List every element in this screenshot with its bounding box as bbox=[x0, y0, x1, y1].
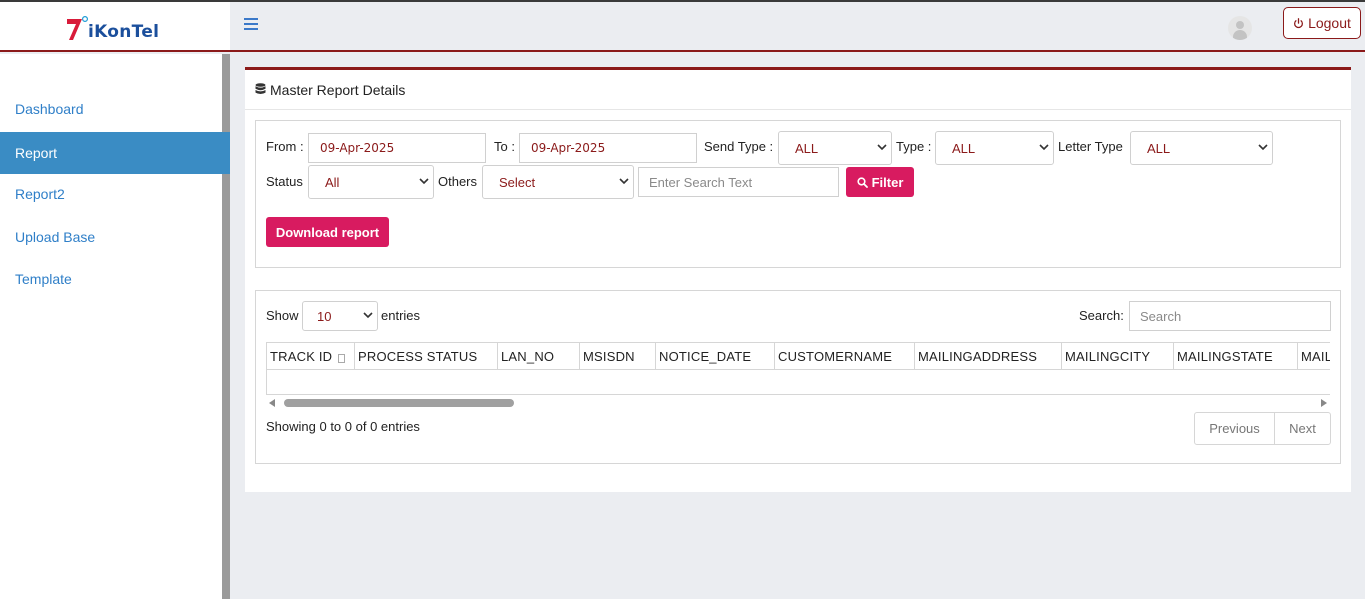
column-header-label: MAIL bbox=[1301, 349, 1330, 364]
top-navbar: Logout bbox=[230, 2, 1365, 52]
user-avatar-icon[interactable] bbox=[1228, 16, 1252, 40]
sidebar-item-upload-base[interactable]: Upload Base bbox=[0, 216, 230, 258]
send-type-select[interactable]: ALL bbox=[778, 131, 892, 165]
page-size-select[interactable]: 10 bbox=[302, 301, 378, 331]
sidebar-item-report[interactable]: Report bbox=[0, 132, 230, 174]
horizontal-scrollbar[interactable] bbox=[266, 396, 1330, 410]
sidebar-item-report2[interactable]: Report2 bbox=[0, 173, 230, 215]
send-type-value: ALL bbox=[795, 140, 819, 156]
chevron-down-icon bbox=[1258, 144, 1268, 151]
sidebar-item-template[interactable]: Template bbox=[0, 258, 230, 300]
column-header-label: NOTICE_DATE bbox=[659, 349, 752, 364]
column-header-label: PROCESS STATUS bbox=[358, 349, 478, 364]
others-select[interactable]: Select bbox=[482, 165, 634, 199]
column-header-label: LAN_NO bbox=[501, 349, 555, 364]
to-label: To : bbox=[494, 139, 515, 154]
ikontel-logo[interactable]: iKonTel bbox=[64, 12, 174, 46]
column-header[interactable]: MSISDN bbox=[579, 343, 655, 369]
download-label: Download report bbox=[275, 224, 380, 240]
type-value: ALL bbox=[952, 140, 976, 156]
show-label: Show bbox=[266, 308, 299, 323]
scrollbar-thumb[interactable] bbox=[284, 399, 514, 407]
send-type-label: Send Type : bbox=[704, 139, 774, 154]
pagination: Previous Next bbox=[1194, 412, 1331, 445]
database-icon bbox=[255, 83, 266, 94]
column-header[interactable]: MAILINGSTATE bbox=[1173, 343, 1297, 369]
sidebar-item-label: Dashboard bbox=[15, 101, 84, 117]
others-value: Select bbox=[499, 174, 536, 190]
column-header[interactable]: MAIL bbox=[1297, 343, 1330, 369]
sort-icon bbox=[338, 353, 346, 363]
sidebar-item-label: Template bbox=[15, 271, 72, 287]
table-search-label: Search: bbox=[1079, 308, 1124, 323]
column-header-label: MAILINGSTATE bbox=[1177, 349, 1273, 364]
column-header-label: MAILINGADDRESS bbox=[918, 349, 1038, 364]
card-title: Master Report Details bbox=[270, 81, 406, 98]
letter-type-select[interactable]: ALL bbox=[1130, 131, 1273, 165]
chevron-down-icon bbox=[877, 144, 887, 151]
column-header[interactable]: PROCESS STATUS bbox=[354, 343, 497, 369]
sidebar-item-dashboard[interactable]: Dashboard bbox=[0, 88, 230, 130]
column-header[interactable]: TRACK ID bbox=[266, 343, 354, 369]
status-select[interactable]: All bbox=[308, 165, 434, 199]
filter-panel: From : 09-Apr-2025 To : 09-Apr-2025 Send… bbox=[255, 120, 1341, 268]
table-body bbox=[266, 370, 1330, 395]
letter-type-label: Letter Type bbox=[1058, 139, 1123, 154]
sidebar-item-label: Report2 bbox=[15, 186, 65, 202]
hamburger-icon[interactable] bbox=[244, 18, 258, 30]
logo-mark-icon bbox=[67, 16, 88, 40]
letter-type-value: ALL bbox=[1147, 140, 1171, 156]
previous-button[interactable]: Previous bbox=[1195, 413, 1275, 444]
status-value: All bbox=[325, 174, 340, 190]
others-label: Others bbox=[438, 174, 478, 189]
logout-button[interactable]: Logout bbox=[1283, 7, 1361, 39]
search-text-input[interactable]: Enter Search Text bbox=[638, 167, 839, 197]
report-table-panel: Show 10 entries Search: Search TRACK ID … bbox=[255, 290, 1341, 464]
sidebar-item-label: Upload Base bbox=[15, 229, 96, 245]
column-header-label: TRACK ID bbox=[270, 349, 333, 364]
brand-area: iKonTel bbox=[0, 2, 230, 52]
table-header: TRACK ID PROCESS STATUS LAN_NO MSISDN NO… bbox=[266, 342, 1330, 370]
sidebar-item-label: Report bbox=[15, 145, 58, 161]
column-header[interactable]: LAN_NO bbox=[497, 343, 579, 369]
chevron-down-icon bbox=[1039, 144, 1049, 151]
from-date-input[interactable]: 09-Apr-2025 bbox=[308, 133, 486, 163]
column-header-label: MAILINGCITY bbox=[1065, 349, 1151, 364]
chevron-down-icon bbox=[363, 312, 373, 319]
table-search-input[interactable]: Search bbox=[1129, 301, 1331, 331]
entries-label: entries bbox=[381, 308, 421, 323]
type-label: Type : bbox=[896, 139, 932, 154]
logout-label: Logout bbox=[1308, 15, 1351, 31]
page-size-value: 10 bbox=[317, 308, 332, 324]
column-header[interactable]: CUSTOMERNAME bbox=[774, 343, 914, 369]
power-icon bbox=[1294, 17, 1304, 28]
status-label: Status bbox=[266, 174, 303, 189]
type-select[interactable]: ALL bbox=[935, 131, 1054, 165]
filter-button[interactable]: Filter bbox=[846, 167, 914, 197]
scroll-left-icon[interactable] bbox=[269, 399, 275, 407]
column-header-label: CUSTOMERNAME bbox=[778, 349, 893, 364]
filter-label: Filter bbox=[871, 174, 904, 190]
download-report-button[interactable]: Download report bbox=[266, 217, 389, 247]
column-header[interactable]: MAILINGCITY bbox=[1061, 343, 1173, 369]
card-header: Master Report Details bbox=[245, 70, 1351, 110]
table-info: Showing 0 to 0 of 0 entries bbox=[266, 419, 420, 434]
chevron-down-icon bbox=[419, 178, 429, 185]
logo-text: iKonTel bbox=[88, 22, 160, 42]
from-label: From : bbox=[266, 139, 304, 154]
scroll-right-icon[interactable] bbox=[1321, 399, 1327, 407]
next-button[interactable]: Next bbox=[1275, 413, 1330, 444]
column-header[interactable]: NOTICE_DATE bbox=[655, 343, 774, 369]
chevron-down-icon bbox=[619, 178, 629, 185]
to-date-input[interactable]: 09-Apr-2025 bbox=[519, 133, 697, 163]
column-header-label: MSISDN bbox=[583, 349, 635, 364]
column-header[interactable]: MAILINGADDRESS bbox=[914, 343, 1061, 369]
search-icon bbox=[856, 176, 868, 188]
master-report-card: Master Report Details From : 09-Apr-2025… bbox=[245, 67, 1351, 492]
